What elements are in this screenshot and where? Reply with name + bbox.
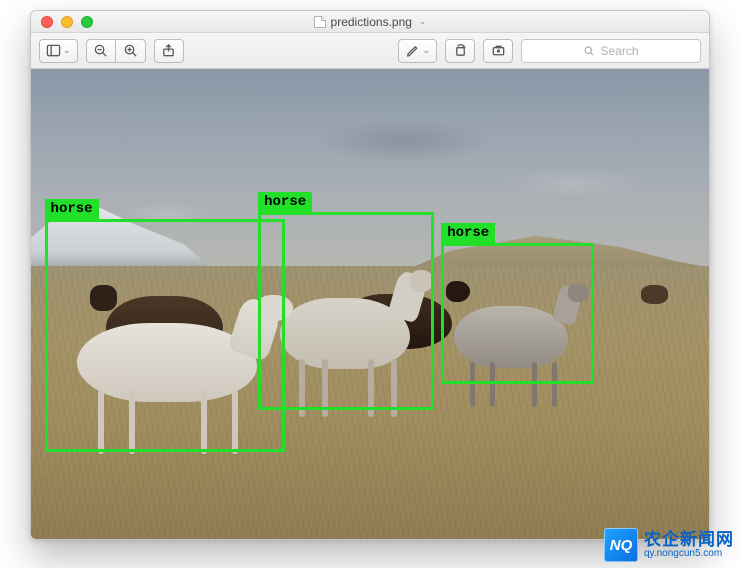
title-dropdown-icon[interactable]: ⌄ xyxy=(419,16,427,27)
share-icon xyxy=(161,43,176,58)
search-field[interactable]: Search xyxy=(521,39,701,63)
zoom-in-icon xyxy=(123,43,138,58)
rotate-icon xyxy=(453,43,468,58)
chevron-down-icon: ⌄ xyxy=(63,45,71,56)
markup-toolbox-icon xyxy=(491,43,506,58)
window-controls xyxy=(31,16,93,28)
watermark-url: qy.nongcun5.com xyxy=(644,549,734,560)
file-icon xyxy=(314,16,326,28)
sidebar-icon xyxy=(46,43,61,58)
minimize-window-button[interactable] xyxy=(61,16,73,28)
share-button[interactable] xyxy=(154,39,184,63)
close-window-button[interactable] xyxy=(41,16,53,28)
search-icon xyxy=(583,45,595,57)
detection-label: horse xyxy=(45,199,99,219)
zoom-in-button[interactable] xyxy=(116,39,146,63)
window-title: predictions.png ⌄ xyxy=(31,15,709,29)
zoom-group xyxy=(86,39,146,63)
zoom-out-button[interactable] xyxy=(86,39,116,63)
detection-box: horse xyxy=(45,219,286,452)
zoom-window-button[interactable] xyxy=(81,16,93,28)
filename-label: predictions.png xyxy=(331,15,412,29)
search-placeholder: Search xyxy=(600,44,638,58)
chevron-down-icon: ⌄ xyxy=(422,45,430,56)
pencil-icon xyxy=(405,43,420,58)
zoom-out-icon xyxy=(93,43,108,58)
detection-box: horse xyxy=(441,243,594,384)
predictions-image: horsehorsehorse xyxy=(31,69,709,539)
detection-label: horse xyxy=(258,192,312,212)
titlebar: predictions.png ⌄ xyxy=(31,11,709,33)
toolbar: ⌄ ⌄ Search xyxy=(31,33,709,69)
sidebar-toggle-button[interactable]: ⌄ xyxy=(39,39,78,63)
detections-overlay: horsehorsehorse xyxy=(31,69,709,539)
detection-box: horse xyxy=(258,212,434,409)
markup-button[interactable] xyxy=(483,39,513,63)
rotate-button[interactable] xyxy=(445,39,475,63)
preview-window: predictions.png ⌄ ⌄ ⌄ xyxy=(30,10,710,540)
image-content-area[interactable]: horsehorsehorse xyxy=(31,69,709,539)
annotate-button[interactable]: ⌄ xyxy=(398,39,437,63)
detection-label: horse xyxy=(441,223,495,243)
